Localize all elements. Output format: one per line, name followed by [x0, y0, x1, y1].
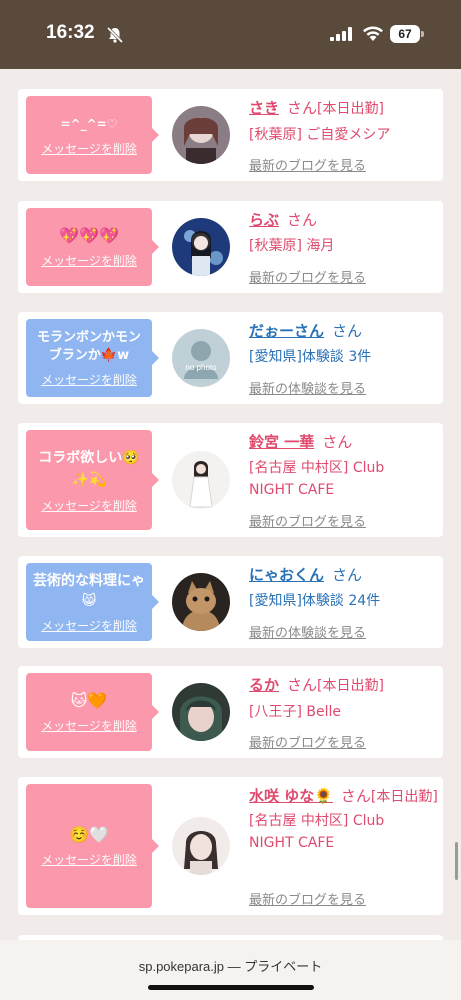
- honorific: さん: [332, 566, 363, 584]
- latest-blog-link[interactable]: 最新のブログを見る: [249, 267, 366, 286]
- message-bubble: コラボ欲しい🥺✨💫 メッセージを削除: [26, 430, 159, 530]
- user-name-link[interactable]: るか: [249, 676, 279, 694]
- message-card: コラボ欲しい🥺✨💫 メッセージを削除 鈴宮 一華 さん [名古屋 中村区] Clu…: [18, 423, 443, 537]
- shop-info: [名古屋 中村区] Club: [249, 813, 385, 829]
- user-name-link[interactable]: 水咲 ゆな🌻: [249, 787, 333, 805]
- message-text: 💖💖💖: [59, 225, 119, 245]
- message-card: モランボンかモンブランか🍁w メッセージを削除 no photo だぉーさん さん…: [18, 312, 443, 404]
- honorific: さん: [322, 433, 353, 451]
- no-photo-label: no photo: [185, 363, 217, 372]
- message-card: =^_^=♡ メッセージを削除 さき さん[本日出勤] [秋葉原] ご自愛メシア …: [18, 89, 443, 181]
- honorific: さん: [287, 676, 318, 694]
- work-status: [本日出勤]: [317, 678, 384, 694]
- avatar[interactable]: [172, 106, 230, 164]
- user-name-link[interactable]: らぶ: [249, 211, 279, 229]
- latest-blog-link[interactable]: 最新のブログを見る: [249, 889, 366, 908]
- delete-message-link[interactable]: メッセージを削除: [41, 140, 137, 157]
- user-info: るか さん[本日出勤] [八王子] Belle: [249, 674, 439, 723]
- latest-blog-link[interactable]: 最新のブログを見る: [249, 732, 366, 751]
- shop-info: [名古屋 中村区] Club: [249, 460, 385, 476]
- battery-level: 67: [398, 27, 412, 41]
- url-text: sp.pokepara.jp — プライベート: [138, 959, 323, 974]
- message-text: 🐱🧡: [70, 690, 108, 710]
- avatar[interactable]: [172, 817, 230, 875]
- message-bubble: 芸術的な料理にゃ😸 メッセージを削除: [26, 563, 159, 641]
- shop-info: [秋葉原] 海月: [249, 238, 335, 254]
- shop-info-line2: NIGHT CAFE: [249, 835, 335, 851]
- latest-review-link[interactable]: 最新の体験談を見る: [249, 622, 366, 641]
- message-text: ☺️🤍: [69, 824, 109, 844]
- user-info: 鈴宮 一華 さん [名古屋 中村区] Club NIGHT CAFE: [249, 431, 439, 501]
- message-bubble: 💖💖💖 メッセージを削除: [26, 208, 159, 286]
- avatar[interactable]: [172, 573, 230, 631]
- honorific: さん: [287, 99, 318, 117]
- avatar[interactable]: [172, 683, 230, 741]
- review-count: [愛知県]体験談 3件: [249, 349, 372, 365]
- bell-muted-icon: [106, 26, 124, 44]
- message-card: 💖💖💖 メッセージを削除 らぶ さん [秋葉原] 海月 最新のブログを見る: [18, 201, 443, 293]
- message-text: 芸術的な料理にゃ😸: [33, 572, 145, 609]
- message-bubble: 🐱🧡 メッセージを削除: [26, 673, 159, 751]
- delete-message-link[interactable]: メッセージを削除: [41, 371, 137, 388]
- battery-icon: 67: [390, 25, 424, 43]
- user-name-link[interactable]: さき: [249, 99, 279, 117]
- honorific: さん: [332, 322, 363, 340]
- message-bubble: モランボンかモンブランか🍁w メッセージを削除: [26, 319, 159, 397]
- message-text: コラボ欲しい🥺✨💫: [38, 449, 140, 488]
- message-card: 🐱🧡 メッセージを削除 るか さん[本日出勤] [八王子] Belle 最新のブロ…: [18, 666, 443, 758]
- delete-message-link[interactable]: メッセージを削除: [41, 252, 137, 269]
- home-indicator[interactable]: [148, 985, 314, 990]
- user-info: にゃおくん さん [愛知県]体験談 24件: [249, 564, 439, 612]
- user-name-link[interactable]: 鈴宮 一華: [249, 433, 314, 451]
- user-name-link[interactable]: だぉーさん: [249, 322, 324, 340]
- shop-info: [八王子] Belle: [249, 704, 341, 720]
- work-status: [本日出勤]: [370, 789, 438, 805]
- latest-blog-link[interactable]: 最新のブログを見る: [249, 511, 366, 530]
- review-count: [愛知県]体験談 24件: [249, 593, 381, 609]
- status-bar: 16:32 67: [0, 0, 461, 69]
- scrollbar[interactable]: [455, 842, 458, 880]
- user-info: 水咲 ゆな🌻 さん[本日出勤] [名古屋 中村区] Club NIGHT CAFE: [249, 785, 439, 854]
- browser-url-bar[interactable]: sp.pokepara.jp — プライベート: [0, 940, 461, 1000]
- delete-message-link[interactable]: メッセージを削除: [41, 497, 137, 514]
- delete-message-link[interactable]: メッセージを削除: [41, 617, 137, 634]
- user-info: らぶ さん [秋葉原] 海月: [249, 209, 439, 257]
- work-status: [本日出勤]: [317, 101, 384, 117]
- status-time: 16:32: [46, 22, 95, 43]
- message-bubble: =^_^=♡ メッセージを削除: [26, 96, 159, 174]
- avatar[interactable]: [172, 218, 230, 276]
- user-name-link[interactable]: にゃおくん: [249, 566, 324, 584]
- message-text: =^_^=♡: [60, 116, 118, 131]
- wifi-icon: [363, 26, 383, 41]
- user-info: だぉーさん さん [愛知県]体験談 3件: [249, 320, 439, 368]
- shop-info: [秋葉原] ご自愛メシア: [249, 127, 391, 143]
- honorific: さん: [287, 211, 318, 229]
- avatar[interactable]: [172, 451, 230, 509]
- message-card: 芸術的な料理にゃ😸 メッセージを削除 にゃおくん さん [愛知県]体験談 24件 …: [18, 556, 443, 648]
- user-info: さき さん[本日出勤] [秋葉原] ご自愛メシア: [249, 97, 439, 146]
- delete-message-link[interactable]: メッセージを削除: [41, 717, 137, 734]
- message-text: モランボンかモンブランか🍁w: [36, 329, 141, 363]
- latest-blog-link[interactable]: 最新のブログを見る: [249, 155, 366, 174]
- delete-message-link[interactable]: メッセージを削除: [41, 851, 137, 868]
- honorific: さん: [340, 787, 371, 805]
- message-card: ☺️🤍 メッセージを削除 水咲 ゆな🌻 さん[本日出勤] [名古屋 中村区] Cl…: [18, 777, 443, 915]
- latest-review-link[interactable]: 最新の体験談を見る: [249, 378, 366, 397]
- signal-icon: [330, 27, 352, 41]
- shop-info-line2: NIGHT CAFE: [249, 482, 335, 498]
- avatar[interactable]: no photo: [172, 329, 230, 387]
- message-bubble: ☺️🤍 メッセージを削除: [26, 784, 159, 908]
